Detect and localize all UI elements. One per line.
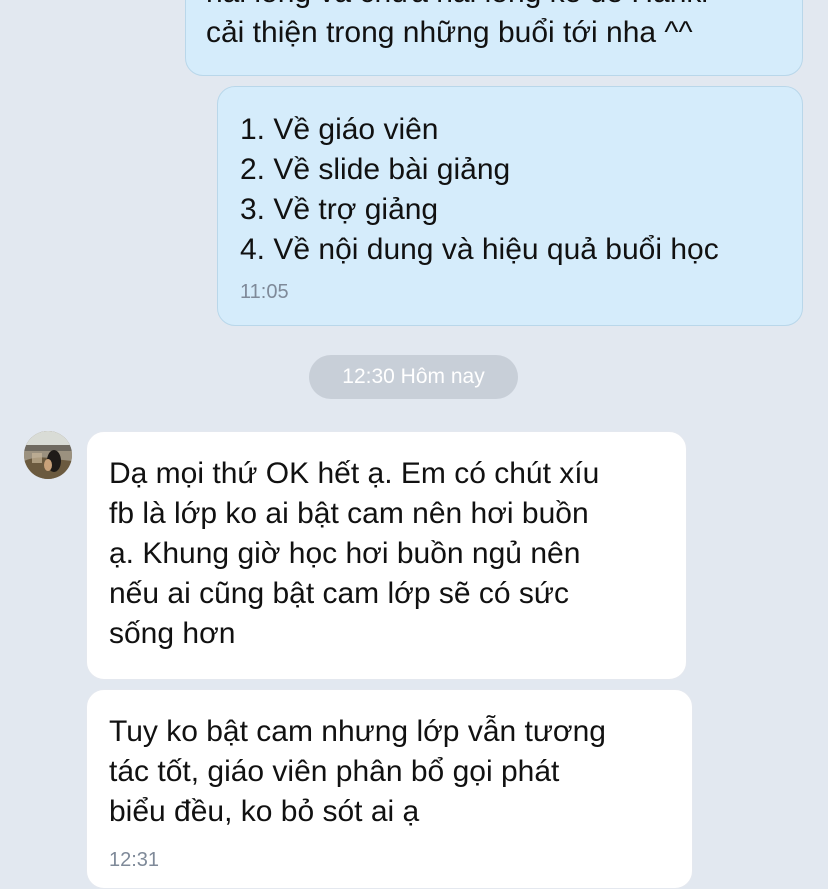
message-line: Dạ mọi thứ OK hết ạ. Em có chút xíu (109, 457, 600, 490)
incoming-message-feedback[interactable]: Dạ mọi thứ OK hết ạ. Em có chút xíu fb l… (86, 431, 687, 680)
message-line: nếu ai cũng bật cam lớp sẽ có sức (109, 577, 569, 610)
message-line: 2. Về slide bài giảng (240, 153, 511, 186)
message-line: 3. Về trợ giảng (240, 193, 439, 226)
date-divider: 12:30 Hôm nay (309, 355, 518, 399)
outgoing-message-list[interactable]: 1. Về giáo viên 2. Về slide bài giảng 3.… (217, 86, 803, 326)
message-line: biểu đều, ko bỏ sót ai ạ (109, 795, 420, 828)
message-timestamp: 11:05 (240, 281, 289, 303)
chat-thread: hài lòng và chưa hài lòng kể để Hanki cả… (0, 0, 828, 889)
message-line: Tuy ko bật cam nhưng lớp vẫn tương (109, 715, 606, 748)
message-line: tác tốt, giáo viên phân bổ gọi phát (109, 755, 560, 788)
message-timestamp: 12:31 (109, 849, 160, 871)
message-line: fb là lớp ko ai bật cam nên hơi buồn (109, 497, 589, 530)
message-line: 1. Về giáo viên (240, 113, 439, 146)
message-line: cải thiện trong những buổi tới nha ^^ (206, 16, 693, 49)
message-line: ạ. Khung giờ học hơi buồn ngủ nên (109, 537, 581, 570)
outgoing-message-intro[interactable]: hài lòng và chưa hài lòng kể để Hanki cả… (185, 0, 803, 76)
message-line: hài lòng và chưa hài lòng kể để Hanki (206, 0, 708, 13)
message-line: 4. Về nội dung và hiệu quả buổi học (240, 233, 719, 266)
avatar[interactable] (24, 431, 72, 479)
incoming-message-followup[interactable]: Tuy ko bật cam nhưng lớp vẫn tương tác t… (86, 689, 693, 889)
message-line: sống hơn (109, 617, 236, 650)
message-text: hài lòng và chưa hài lòng kể để Hanki cả… (206, 0, 708, 53)
user-avatar-photo-icon (24, 431, 72, 479)
